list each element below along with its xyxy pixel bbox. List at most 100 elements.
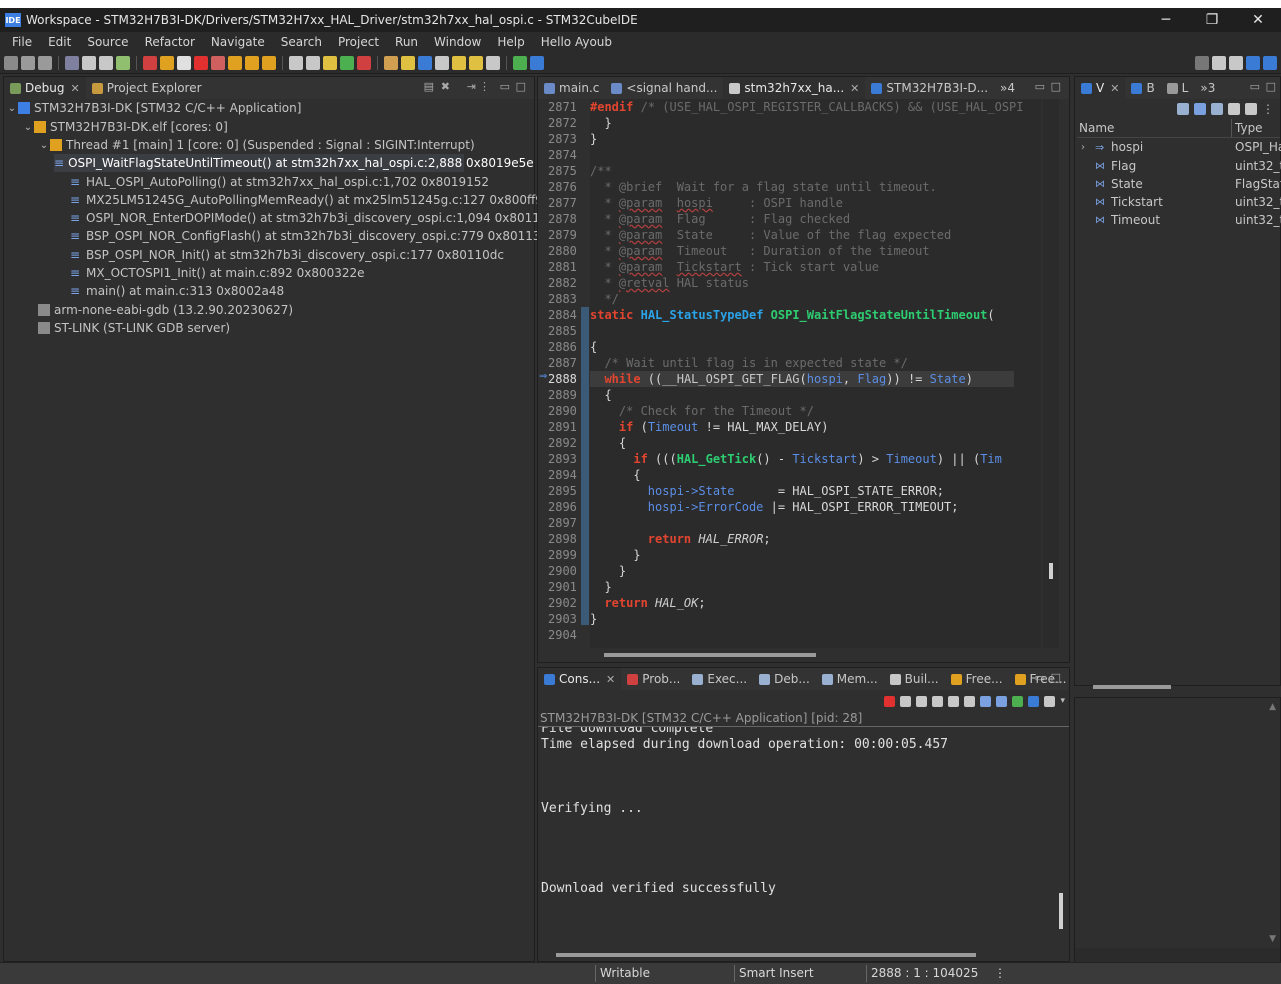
mx-perspective-icon[interactable] xyxy=(1263,55,1277,70)
stack-frame[interactable]: ≡ MX_OCTOSPI1_Init() at main.c:892 0x800… xyxy=(70,264,365,282)
instruction-stepping-icon[interactable] xyxy=(289,55,303,70)
open-console-icon[interactable] xyxy=(1044,695,1056,707)
close-icon[interactable]: ✕ xyxy=(70,82,79,95)
remove-launch-icon[interactable] xyxy=(900,695,912,707)
debug-perspective-icon[interactable] xyxy=(1246,55,1260,70)
menu-hello-ayoub[interactable]: Hello Ayoub xyxy=(533,35,620,49)
scroll-lock-icon[interactable] xyxy=(948,695,960,707)
tab-problems[interactable]: Prob... xyxy=(621,668,686,690)
variable-row[interactable]: ⋈ Timeout uint32_t xyxy=(1075,211,1281,229)
save-all-icon[interactable] xyxy=(38,55,52,70)
variable-row[interactable]: › ⇒ hospi OSPI_Han xyxy=(1075,138,1281,156)
stack-frame[interactable]: ≡ MX25LM51245G_AutoPollingMemReady() at … xyxy=(70,191,550,209)
menu-navigate[interactable]: Navigate xyxy=(203,35,273,49)
display-console-icon[interactable] xyxy=(1028,695,1040,707)
maximize-view-icon[interactable]: □ xyxy=(1051,671,1061,684)
connect-icon[interactable] xyxy=(116,55,130,70)
build-icon[interactable] xyxy=(65,55,79,70)
show-on-output-icon[interactable] xyxy=(980,695,992,707)
add-expression-icon[interactable] xyxy=(1245,103,1257,115)
menu-refactor[interactable]: Refactor xyxy=(137,35,203,49)
column-name[interactable]: Name xyxy=(1079,121,1114,135)
step-over-icon[interactable] xyxy=(245,55,259,70)
remove-launches-icon[interactable]: ✖ xyxy=(441,80,450,93)
editor-vertical-scrollbar[interactable] xyxy=(1043,99,1059,648)
chevron-down-icon[interactable]: ▾ xyxy=(1060,696,1065,706)
redo-icon[interactable] xyxy=(99,55,113,70)
details-horizontal-scrollbar[interactable] xyxy=(1075,948,1280,962)
back-icon[interactable] xyxy=(469,55,483,70)
undo-icon[interactable] xyxy=(82,55,96,70)
view-menu-icon[interactable]: ⋮ xyxy=(1262,102,1274,116)
tab-breakpoints[interactable]: B xyxy=(1125,77,1160,99)
terminate-icon[interactable] xyxy=(884,695,896,707)
horizontal-scrollbar-thumb[interactable] xyxy=(1093,685,1171,689)
menu-source[interactable]: Source xyxy=(79,35,136,49)
scrollbar-thumb[interactable] xyxy=(1049,563,1053,579)
console-hscroll-thumb[interactable] xyxy=(556,953,976,957)
tab-stm32h7b3i-d[interactable]: STM32H7B3I-D... xyxy=(865,77,994,99)
minimize-view-icon[interactable]: ▭ xyxy=(1035,671,1045,684)
stack-frame[interactable]: ≡ main() at main.c:313 0x8002a48 xyxy=(70,282,284,300)
open-perspective-icon[interactable] xyxy=(1212,55,1226,70)
minimize-view-icon[interactable]: ▭ xyxy=(1035,80,1045,93)
tab-freertos-1[interactable]: Free... xyxy=(945,668,1009,690)
tab-stm32h7xx-hal-ospi[interactable]: stm32h7xx_ha... ✕ xyxy=(723,77,866,99)
pin-console-icon[interactable] xyxy=(1012,695,1024,707)
word-wrap-icon[interactable] xyxy=(964,695,976,707)
debug-tools-icon[interactable]: ⇥ xyxy=(467,80,476,93)
collapse-all-icon[interactable]: ▤ xyxy=(424,80,434,93)
tab-signal-handler[interactable]: <signal hand... xyxy=(605,77,723,99)
stack-frame[interactable]: ≡ BSP_OSPI_NOR_Init() at stm32h7b3i_disc… xyxy=(70,246,504,264)
minimize-view-icon[interactable]: ▭ xyxy=(1250,80,1260,93)
debug-icon[interactable] xyxy=(323,55,337,70)
stack-frame[interactable]: ≡ HAL_OSPI_AutoPolling() at stm32h7xx_ha… xyxy=(70,173,489,191)
editor-horizontal-scrollbar[interactable] xyxy=(538,648,1069,662)
menu-file[interactable]: File xyxy=(4,35,40,49)
minimize-button[interactable]: ─ xyxy=(1143,8,1189,32)
tab-live-expressions[interactable]: L xyxy=(1161,77,1195,99)
close-icon[interactable]: ✕ xyxy=(850,82,859,95)
resume-icon[interactable] xyxy=(160,55,174,70)
code-area[interactable]: #endif /* (USE_HAL_OSPI_REGISTER_CALLBAC… xyxy=(590,99,1041,648)
show-logical-structure-icon[interactable] xyxy=(1194,103,1206,115)
variable-row[interactable]: ⋈ Flag uint32_t xyxy=(1075,157,1281,175)
tree-elf[interactable]: ⌄ STM32H7B3I-DK.elf [cores: 0] xyxy=(22,118,228,136)
console-output[interactable]: File download complete Time elapsed duri… xyxy=(538,727,1057,947)
tab-build-analyzer[interactable]: Buil... xyxy=(884,668,945,690)
tab-debug[interactable]: Debug ✕ xyxy=(4,77,86,99)
toggle-mark-occurrences-icon[interactable] xyxy=(401,55,415,70)
layout-icon[interactable] xyxy=(1228,103,1240,115)
toggle-highlight-icon[interactable] xyxy=(418,55,432,70)
open-type-icon[interactable] xyxy=(384,55,398,70)
menu-help[interactable]: Help xyxy=(489,35,532,49)
chevron-down-icon[interactable]: ⌄ xyxy=(6,103,18,114)
tab-console[interactable]: Cons... ✕ xyxy=(538,668,622,690)
menu-run[interactable]: Run xyxy=(387,35,426,49)
column-type[interactable]: Type xyxy=(1235,121,1263,135)
tree-launch[interactable]: ⌄ STM32H7B3I-DK [STM32 C/C++ Application… xyxy=(6,99,302,117)
step-return-icon[interactable] xyxy=(262,55,276,70)
cpp-perspective-icon[interactable] xyxy=(1229,55,1243,70)
chevron-down-icon[interactable]: ⌄ xyxy=(22,122,34,133)
external-tools-icon[interactable] xyxy=(357,55,371,70)
restart-icon[interactable] xyxy=(306,55,320,70)
minimize-view-icon[interactable]: ▭ xyxy=(500,80,510,93)
tab-project-explorer[interactable]: Project Explorer xyxy=(86,77,208,99)
column-divider[interactable] xyxy=(1231,119,1232,137)
stack-frame[interactable]: ≡ OSPI_NOR_EnterDOPIMode() at stm32h7b3i… xyxy=(70,209,559,227)
remove-all-icon[interactable] xyxy=(916,695,928,707)
last-edit-location-icon[interactable] xyxy=(452,55,466,70)
chevron-down-icon[interactable]: ⌄ xyxy=(38,140,50,151)
status-more-icon[interactable]: ⋮ xyxy=(994,966,1006,980)
save-icon[interactable] xyxy=(21,55,35,70)
scrollbar-thumb[interactable] xyxy=(604,653,816,657)
stack-frame[interactable]: ≡ BSP_OSPI_NOR_ConfigFlash() at stm32h7b… xyxy=(70,227,552,245)
tab-variables[interactable]: V ✕ xyxy=(1075,77,1126,99)
tab-main-c[interactable]: main.c xyxy=(538,77,605,99)
variable-row[interactable]: ⋈ Tickstart uint32_t xyxy=(1075,193,1281,211)
forward-icon[interactable] xyxy=(486,55,500,70)
view-menu-icon[interactable]: ⋮ xyxy=(479,80,490,93)
terminal-icon[interactable] xyxy=(513,55,527,70)
run-icon[interactable] xyxy=(340,55,354,70)
